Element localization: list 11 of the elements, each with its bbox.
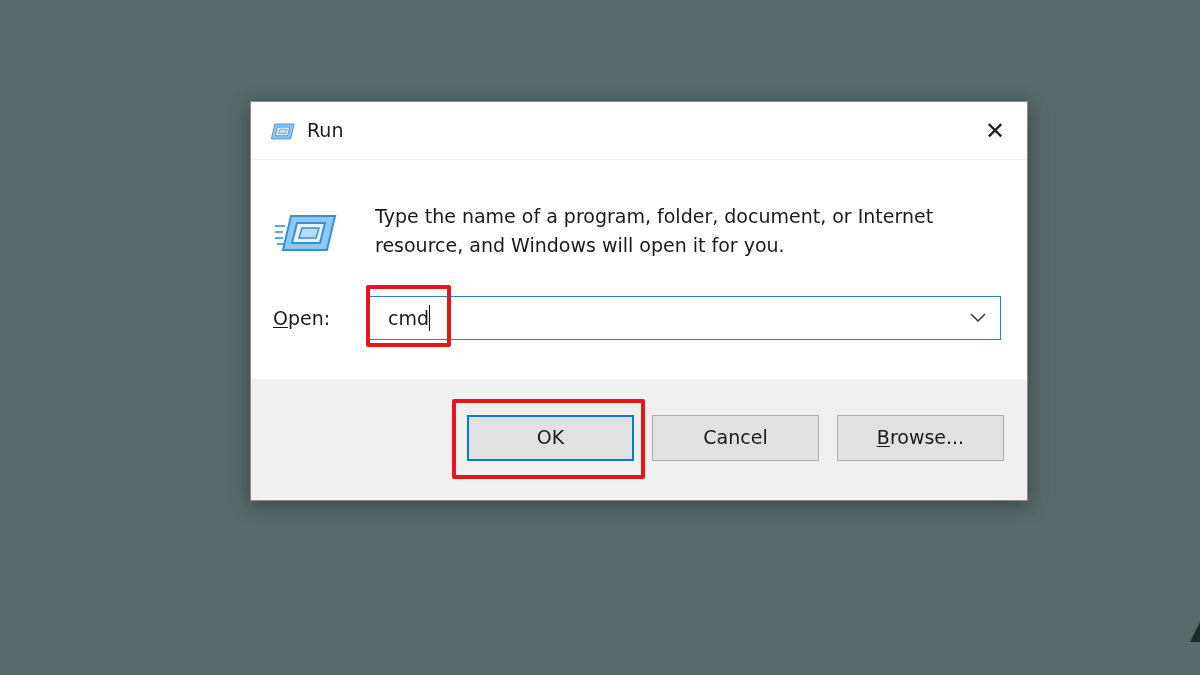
- open-combo-field[interactable]: cmd: [367, 296, 1001, 340]
- close-button[interactable]: ✕: [975, 110, 1015, 151]
- dropdown-caret-icon[interactable]: [970, 313, 986, 323]
- dialog-button[interactable]: OK: [467, 414, 634, 461]
- open-label: Open:: [273, 305, 332, 331]
- dialog-button[interactable]: Cancel: [652, 414, 819, 461]
- run-icon: [273, 212, 337, 252]
- dialog-button[interactable]: Browse...: [837, 414, 1004, 461]
- description-text: Type the name of a program, folder, document, or Internet resource, and Windows will open it for you.: [375, 204, 935, 258]
- window-title: Run: [307, 118, 344, 144]
- text-cursor: [429, 305, 430, 331]
